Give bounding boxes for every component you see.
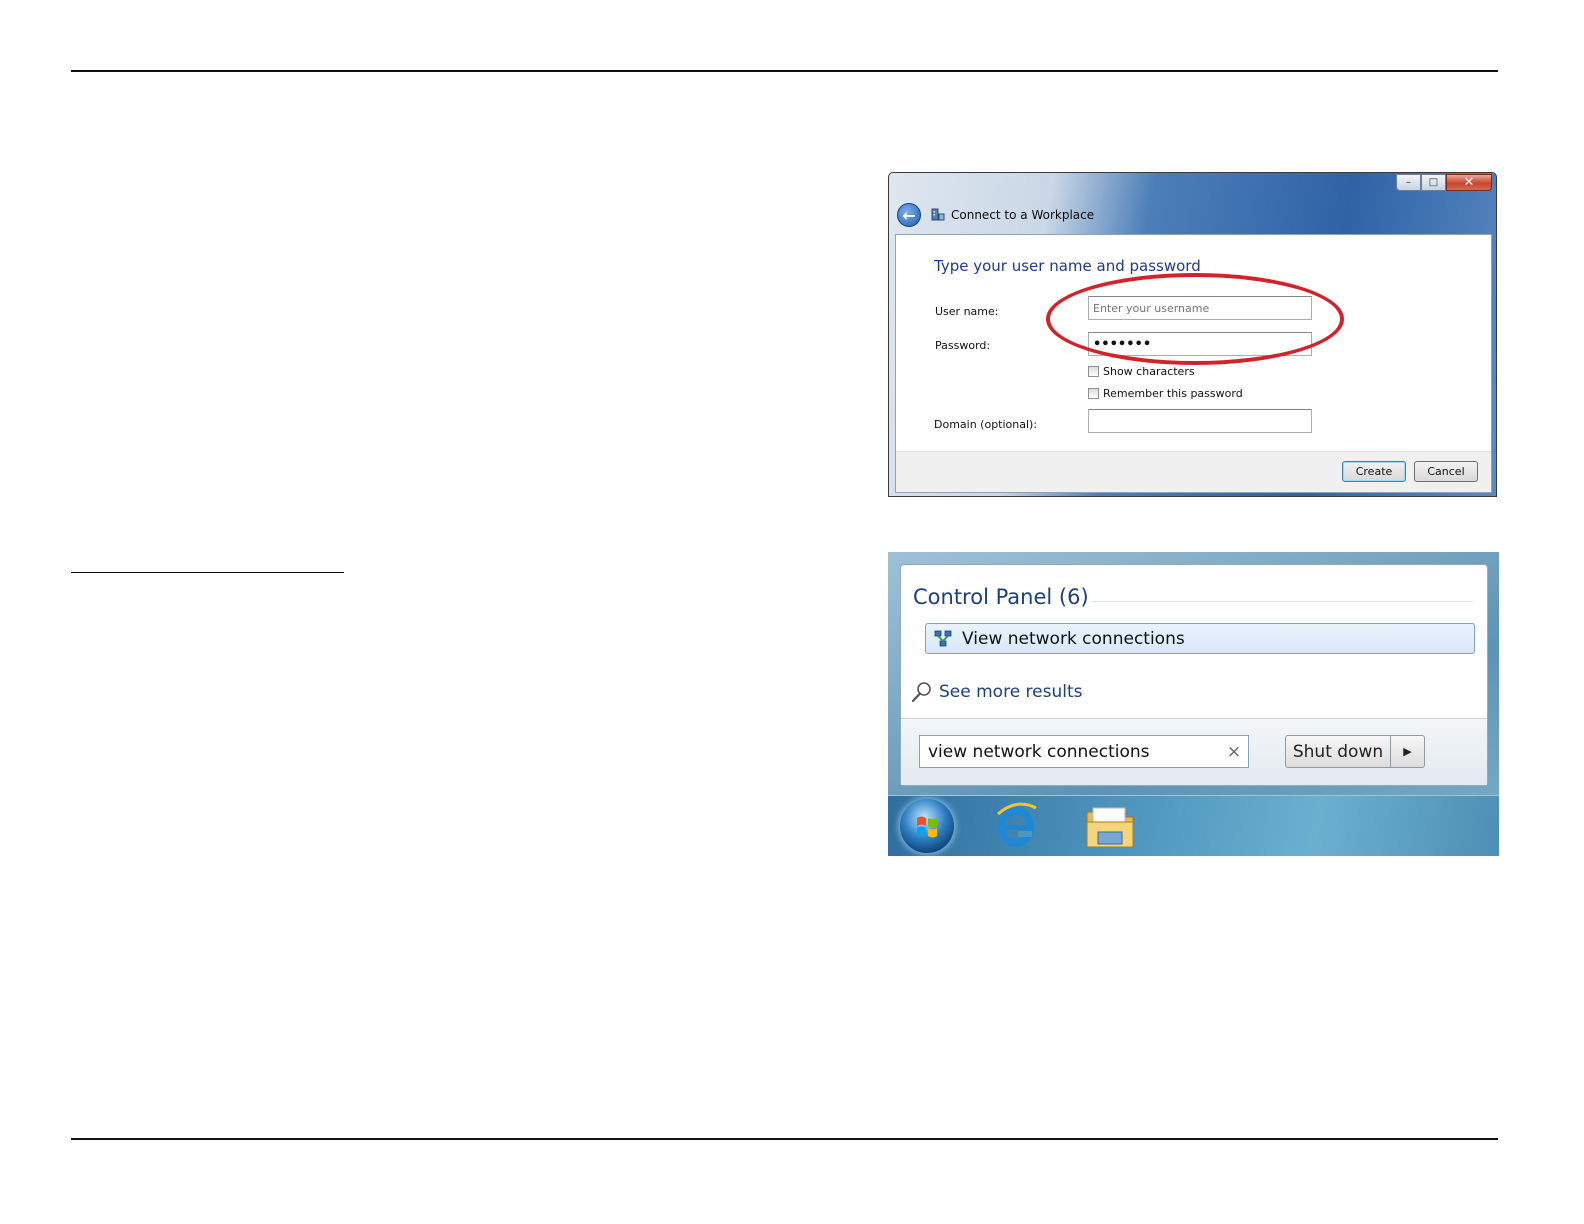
show-characters-box[interactable] xyxy=(1088,366,1099,377)
start-menu-results-panel: Control Panel (6) View network connectio… xyxy=(900,564,1488,786)
domain-label: Domain (optional): xyxy=(934,418,1038,431)
windows-orb-icon[interactable] xyxy=(900,799,954,853)
shut-down-options-arrow-icon[interactable]: ▶ xyxy=(1391,735,1425,768)
maximize-button[interactable]: □ xyxy=(1421,174,1446,191)
search-input[interactable] xyxy=(920,740,1220,763)
username-input[interactable] xyxy=(1088,296,1312,320)
windows-flag-icon xyxy=(917,816,937,838)
back-arrow-icon[interactable]: ← xyxy=(897,203,921,227)
minimize-button[interactable]: – xyxy=(1396,174,1421,191)
dialog-body: Type your user name and password User na… xyxy=(895,234,1492,493)
show-characters-label: Show characters xyxy=(1103,365,1195,378)
internet-explorer-icon[interactable] xyxy=(992,800,1040,850)
domain-input[interactable] xyxy=(1088,409,1312,433)
close-button[interactable]: ✕ xyxy=(1446,174,1492,191)
network-connections-icon xyxy=(934,630,952,646)
magnifier-icon xyxy=(911,682,931,703)
control-panel-heading: Control Panel (6) xyxy=(913,585,1089,609)
see-more-results-label: See more results xyxy=(939,682,1083,702)
workplace-network-icon xyxy=(931,208,945,221)
result-label: View network connections xyxy=(962,628,1185,649)
password-input[interactable] xyxy=(1088,332,1312,356)
create-button[interactable]: Create xyxy=(1342,461,1406,482)
remember-password-box[interactable] xyxy=(1088,388,1099,399)
section-underline xyxy=(71,572,344,573)
username-label: User name: xyxy=(935,305,999,318)
bottom-rule xyxy=(71,1138,1498,1140)
dialog-footer: Create Cancel xyxy=(896,451,1491,492)
remember-password-label: Remember this password xyxy=(1103,387,1243,400)
taskbar xyxy=(888,795,1499,856)
remember-password-checkbox[interactable]: Remember this password xyxy=(1088,387,1243,400)
search-strip: × Shut down ▶ xyxy=(901,718,1487,785)
top-rule xyxy=(71,70,1498,72)
clear-search-icon[interactable]: × xyxy=(1220,742,1248,762)
show-characters-checkbox[interactable]: Show characters xyxy=(1088,365,1195,378)
dialog-title: Connect to a Workplace xyxy=(951,208,1095,222)
see-more-results-link[interactable]: See more results xyxy=(911,681,1083,703)
caption-buttons: – □ ✕ xyxy=(1396,174,1492,191)
shut-down-button[interactable]: Shut down xyxy=(1285,735,1391,768)
cancel-button[interactable]: Cancel xyxy=(1414,461,1478,482)
heading-divider xyxy=(1091,601,1473,602)
password-label: Password: xyxy=(935,339,991,352)
dialog-nav-row: ← Connect to a Workplace xyxy=(897,203,1094,227)
connect-to-workplace-dialog: – □ ✕ ← Connect to a Workplace Type your… xyxy=(888,172,1497,497)
search-box[interactable]: × xyxy=(919,735,1249,768)
start-menu-search: Control Panel (6) View network connectio… xyxy=(888,552,1499,856)
dialog-heading: Type your user name and password xyxy=(934,257,1201,275)
file-explorer-folder-icon[interactable] xyxy=(1084,804,1136,850)
view-network-connections-result[interactable]: View network connections xyxy=(925,623,1475,654)
